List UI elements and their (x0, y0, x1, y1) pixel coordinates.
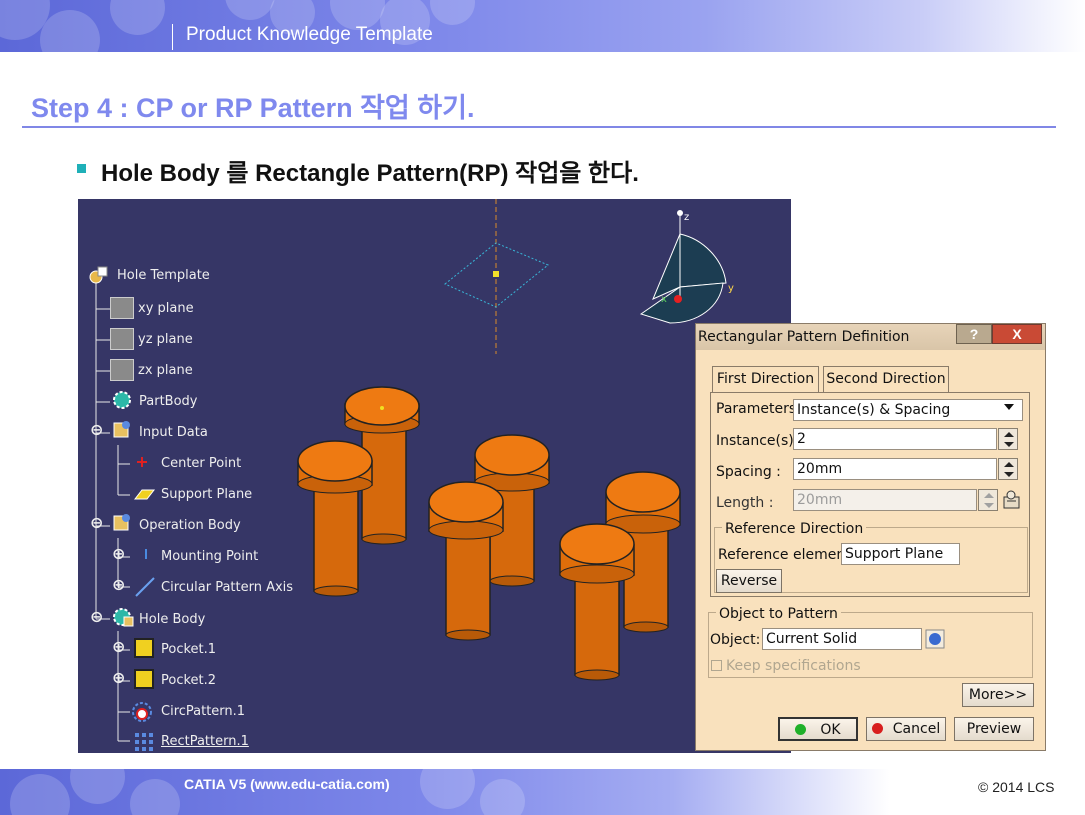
parameters-label: Parameters: (716, 401, 801, 417)
reverse-button[interactable]: Reverse (716, 569, 782, 593)
reference-element-field[interactable]: Support Plane (841, 543, 960, 565)
footer-left: CATIA V5 (www.edu-catia.com) (184, 776, 390, 792)
help-button[interactable]: ? (956, 324, 992, 344)
pocket-icon (134, 638, 154, 658)
plane-icon (110, 359, 134, 381)
header-separator (172, 24, 173, 50)
dialog-title: Rectangular Pattern Definition (698, 329, 910, 345)
input-data-set-icon (113, 421, 130, 438)
plane-icon (110, 297, 134, 319)
collapse-icon[interactable]: ⊖ (90, 420, 103, 439)
object-to-pattern-title: Object to Pattern (716, 606, 841, 622)
hole-body-gear-icon (113, 608, 134, 627)
collapse-icon[interactable]: ⊖ (90, 513, 103, 532)
tab-second-direction[interactable]: Second Direction (823, 366, 949, 392)
center-point-marker (493, 271, 499, 277)
instances-stepper[interactable] (998, 428, 1018, 450)
tree-item-center-point[interactable]: Center Point (161, 456, 241, 471)
bullet-text: Hole Body 를 Rectangle Pattern(RP) 작업을 한다… (101, 160, 639, 187)
tree-root-label[interactable]: Hole Template (117, 268, 210, 283)
mounting-point-icon (145, 549, 147, 559)
close-button[interactable]: X (992, 324, 1042, 344)
tree-item-hole-body[interactable]: Hole Body (139, 612, 205, 627)
cancel-label: Cancel (892, 721, 941, 737)
band-title: Product Knowledge Template (186, 24, 433, 45)
compass-z-label: z (684, 212, 689, 223)
tree-item-zx-plane[interactable]: zx plane (138, 363, 193, 378)
reference-element-label: Reference element: (718, 547, 856, 563)
rectangular-pattern-icon (135, 733, 153, 751)
compass-x-label: x (661, 294, 667, 305)
cad-viewport[interactable]: z x y Hole Template xy plane yz plane zx… (78, 199, 791, 753)
length-field[interactable]: 20mm (793, 489, 977, 511)
support-plane-icon (133, 489, 156, 500)
rectangular-pattern-dialog: Rectangular Pattern Definition ? X First… (695, 323, 1046, 751)
selection-icon[interactable] (925, 629, 945, 649)
operation-body-set-icon (113, 514, 130, 531)
instances-field[interactable]: 2 (793, 428, 997, 450)
tree-item-yz-plane[interactable]: yz plane (138, 332, 193, 347)
spacing-stepper[interactable] (998, 458, 1018, 480)
tree-item-partbody[interactable]: PartBody (139, 394, 197, 409)
tree-item-support-plane[interactable]: Support Plane (161, 487, 252, 502)
compass-y-label: y (728, 283, 734, 294)
partbody-gear-icon (113, 391, 131, 409)
bullet-icon (77, 164, 86, 173)
cylinder-6 (559, 523, 635, 681)
line-icon (135, 577, 155, 597)
object-label: Object: (710, 632, 761, 648)
more-button[interactable]: More>> (962, 683, 1034, 707)
cancel-icon (871, 723, 883, 734)
keep-specifications-label: Keep specifications (726, 658, 861, 674)
point-icon (137, 457, 147, 467)
footer-band (0, 769, 1085, 815)
hole-template-gear-icon (89, 266, 108, 284)
dialog-titlebar[interactable]: Rectangular Pattern Definition ? X (696, 324, 1045, 350)
tree-item-rectpattern-1[interactable]: RectPattern.1 (161, 734, 249, 749)
tree-item-pocket-1[interactable]: Pocket.1 (161, 642, 216, 657)
formula-icon[interactable] (1001, 489, 1023, 511)
circular-pattern-icon (132, 702, 152, 722)
page-title: Step 4 : CP or RP Pattern 작업 하기. (31, 93, 475, 123)
ok-label: OK (820, 722, 841, 738)
parameters-select[interactable]: Instance(s) & Spacing (793, 399, 1023, 421)
cancel-button[interactable]: Cancel (866, 717, 946, 741)
plane-icon (110, 328, 134, 350)
spacing-label: Spacing : (716, 464, 781, 480)
collapse-icon[interactable]: ⊖ (90, 607, 103, 626)
tab-first-direction[interactable]: First Direction (712, 366, 819, 392)
length-stepper[interactable] (978, 489, 998, 511)
instances-label: Instance(s) : (716, 433, 803, 449)
tree-item-mounting-point[interactable]: Mounting Point (161, 549, 258, 564)
header-band (0, 0, 1085, 52)
ok-button[interactable]: OK (778, 717, 858, 741)
spacing-field[interactable]: 20mm (793, 458, 997, 480)
object-field[interactable]: Current Solid (762, 628, 922, 650)
tree-item-circular-pattern-axis[interactable]: Circular Pattern Axis (161, 580, 293, 595)
ok-icon (795, 724, 807, 735)
compass-icon: z x y (639, 210, 734, 324)
chevron-down-icon[interactable] (1004, 404, 1014, 410)
tree-item-pocket-2[interactable]: Pocket.2 (161, 673, 216, 688)
reference-direction-title: Reference Direction (722, 521, 867, 537)
expand-icon[interactable]: ⊕ (112, 637, 125, 656)
cylinder-2 (297, 440, 373, 597)
pocket-icon (134, 669, 154, 689)
length-label: Length : (716, 495, 774, 511)
tree-item-circpattern-1[interactable]: CircPattern.1 (161, 704, 245, 719)
keep-specifications-checkbox[interactable] (711, 660, 722, 671)
preview-button[interactable]: Preview (954, 717, 1034, 741)
tree-item-operation-body[interactable]: Operation Body (139, 518, 241, 533)
tree-item-input-data[interactable]: Input Data (139, 425, 208, 440)
expand-icon[interactable]: ⊕ (112, 544, 125, 563)
expand-icon[interactable]: ⊕ (112, 668, 125, 687)
tree-item-xy-plane[interactable]: xy plane (138, 301, 194, 316)
title-underline (22, 126, 1056, 128)
expand-icon[interactable]: ⊕ (112, 575, 125, 594)
footer-right: © 2014 LCS (978, 779, 1055, 795)
